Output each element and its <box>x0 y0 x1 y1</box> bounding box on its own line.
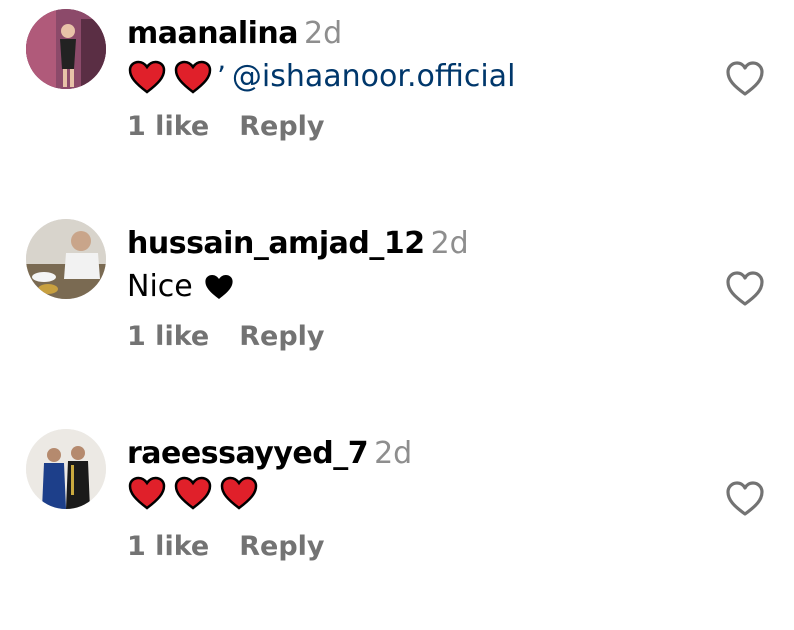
reply-button[interactable]: Reply <box>239 111 324 142</box>
avatar[interactable] <box>26 219 106 299</box>
timestamp: 2d <box>374 436 413 471</box>
black-heart-icon <box>203 272 235 302</box>
timestamp: 2d <box>430 226 469 261</box>
comment-actions: 1 like Reply <box>127 527 355 567</box>
like-count[interactable]: 1 like <box>127 321 209 352</box>
separator-glyph: ʼ <box>217 60 226 93</box>
red-heart-icon <box>173 475 213 511</box>
comment-text: ʼ @ishaanoor.official <box>127 55 515 99</box>
username[interactable]: hussain_amjad_12 <box>127 226 425 261</box>
comment-item: hussain_amjad_12 2d Nice 1 like Reply <box>0 210 794 420</box>
timestamp: 2d <box>304 16 343 51</box>
avatar[interactable] <box>26 429 106 509</box>
comment-item: raeessayyed_7 2d 1 like Reply <box>0 420 794 630</box>
reply-button[interactable]: Reply <box>239 321 324 352</box>
comment-actions: 1 like Reply <box>127 317 355 357</box>
username[interactable]: maanalina <box>127 16 299 51</box>
like-count[interactable]: 1 like <box>127 531 209 562</box>
avatar[interactable] <box>26 9 106 89</box>
like-count[interactable]: 1 like <box>127 111 209 142</box>
like-heart-icon[interactable] <box>724 478 766 520</box>
reply-button[interactable]: Reply <box>239 531 324 562</box>
mention-link[interactable]: @ishaanoor.official <box>232 55 516 99</box>
username[interactable]: raeessayyed_7 <box>127 436 369 471</box>
comment-text: Nice <box>127 265 241 309</box>
comment-text <box>127 475 265 511</box>
comment-body: Nice <box>127 269 193 304</box>
comment-header: hussain_amjad_12 2d <box>127 224 469 264</box>
comment-item: maanalina 2d ʼ @ishaanoor.official 1 like… <box>0 0 794 210</box>
comment-actions: 1 like Reply <box>127 107 355 147</box>
red-heart-icon <box>127 475 167 511</box>
like-heart-icon[interactable] <box>724 268 766 310</box>
red-heart-icon <box>127 59 167 95</box>
comment-header: raeessayyed_7 2d <box>127 434 412 474</box>
red-heart-icon <box>173 59 213 95</box>
red-heart-icon <box>219 475 259 511</box>
like-heart-icon[interactable] <box>724 58 766 100</box>
comment-header: maanalina 2d <box>127 14 342 54</box>
